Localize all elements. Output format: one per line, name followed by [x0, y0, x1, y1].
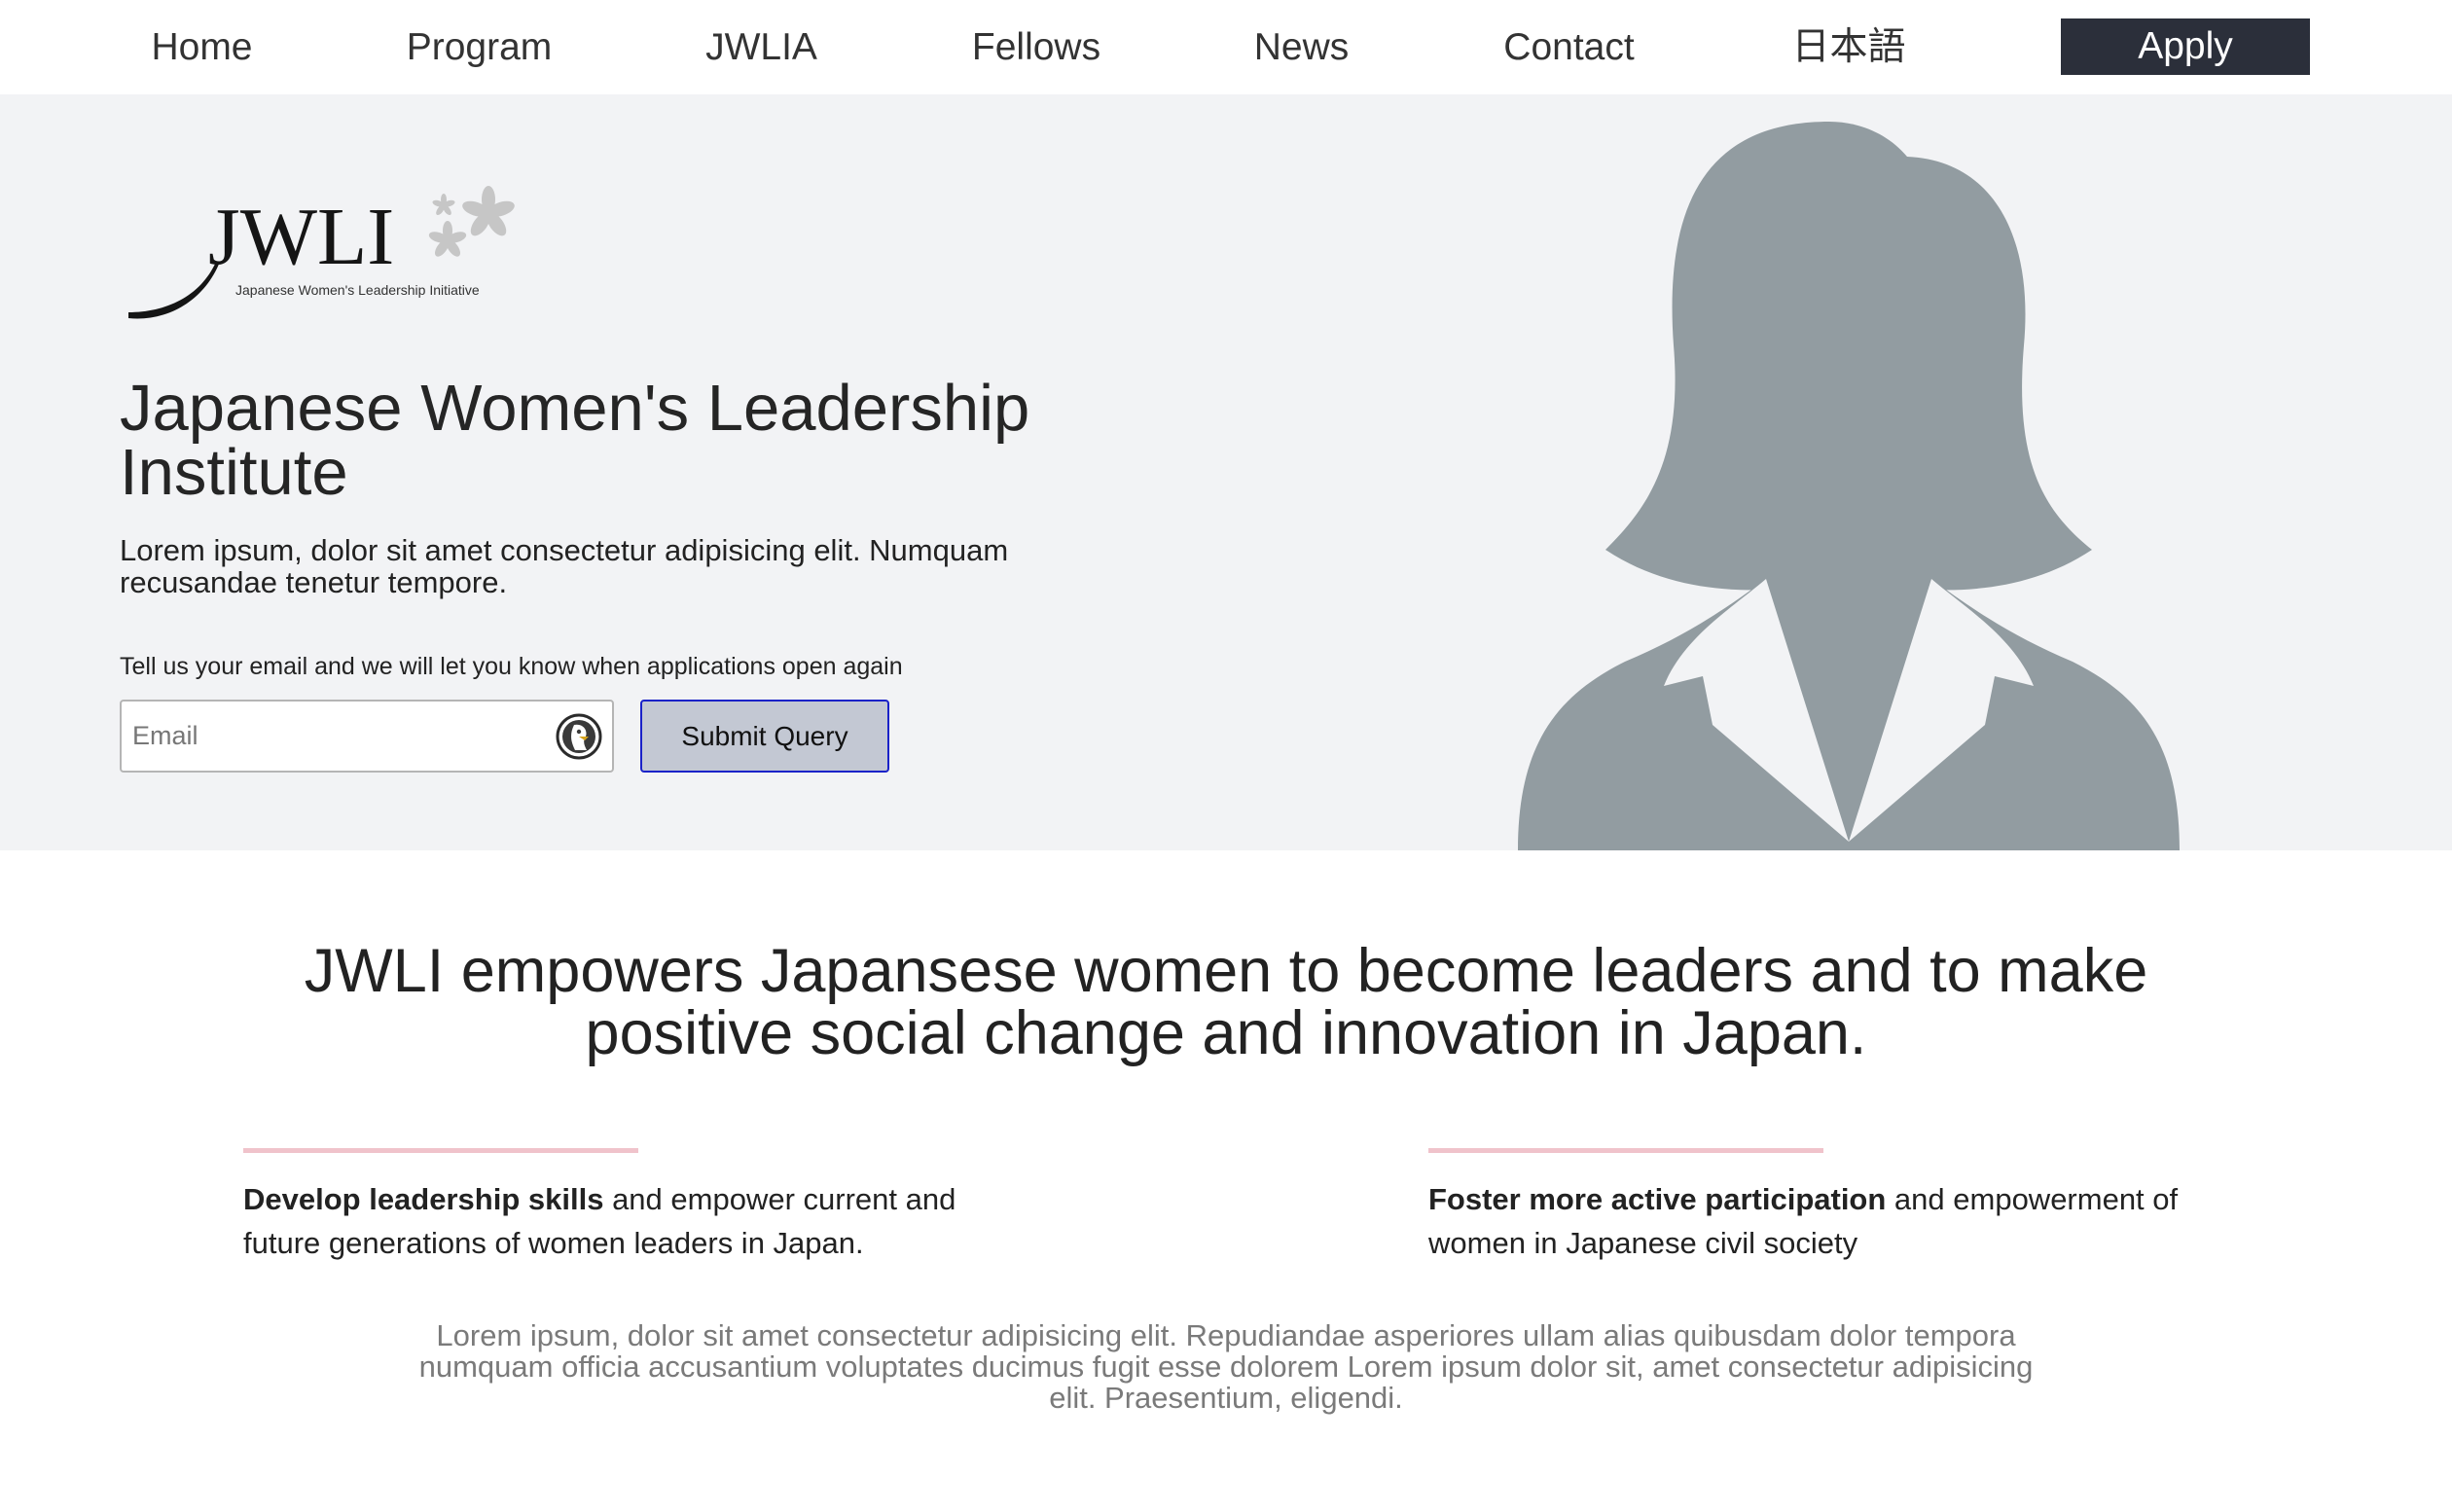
pillar-text: Develop leadership skills and empower cu… — [243, 1177, 1041, 1265]
jwli-logo: JWLI Japanese Women's Leadership Initiat… — [128, 186, 515, 319]
nav-contact[interactable]: Contact — [1494, 0, 1644, 94]
duckduckgo-email-icon[interactable] — [556, 713, 602, 760]
nav-news[interactable]: News — [1245, 0, 1357, 94]
pillar-accent-bar — [243, 1148, 638, 1153]
nav-japanese[interactable]: 日本語 — [1781, 0, 1917, 94]
hero-title: Japanese Women's Leadership Institute — [120, 372, 1030, 509]
pillar-leadership: Develop leadership skills and empower cu… — [243, 1148, 1041, 1265]
hero-section: JWLI Japanese Women's Leadership Initiat… — [0, 94, 2452, 850]
pillar-text: Foster more active participation and emp… — [1428, 1177, 2226, 1265]
pillar-bold: Foster more active participation — [1428, 1182, 1887, 1216]
logo-wordmark: JWLI — [208, 192, 394, 282]
nav-jwlia[interactable]: JWLIA — [696, 0, 827, 94]
footer-lorem: Lorem ipsum, dolor sit amet consectetur … — [418, 1318, 2034, 1415]
email-prompt: Tell us your email and we will let you k… — [120, 653, 903, 680]
pillar-accent-bar — [1428, 1148, 1823, 1153]
logo-tagline: Japanese Women's Leadership Initiative — [235, 282, 480, 298]
pillar-bold: Develop leadership skills — [243, 1182, 604, 1216]
hero-lead: Lorem ipsum, dolor sit amet consectetur … — [120, 533, 1009, 599]
sakura-icon — [428, 186, 515, 257]
woman-silhouette-icon — [1518, 122, 2180, 850]
submit-query-button[interactable]: Submit Query — [640, 700, 889, 773]
top-nav: Home Program JWLIA Fellows News Contact … — [0, 0, 2452, 94]
email-field-wrapper — [120, 700, 614, 773]
apply-button[interactable]: Apply — [2061, 18, 2310, 75]
nav-fellows[interactable]: Fellows — [963, 0, 1109, 94]
email-input[interactable] — [122, 702, 550, 771]
nav-program[interactable]: Program — [399, 0, 559, 94]
pillar-participation: Foster more active participation and emp… — [1428, 1148, 2226, 1265]
nav-home[interactable]: Home — [136, 0, 268, 94]
mission-statement: JWLI empowers Japansese women to become … — [304, 937, 2148, 1067]
